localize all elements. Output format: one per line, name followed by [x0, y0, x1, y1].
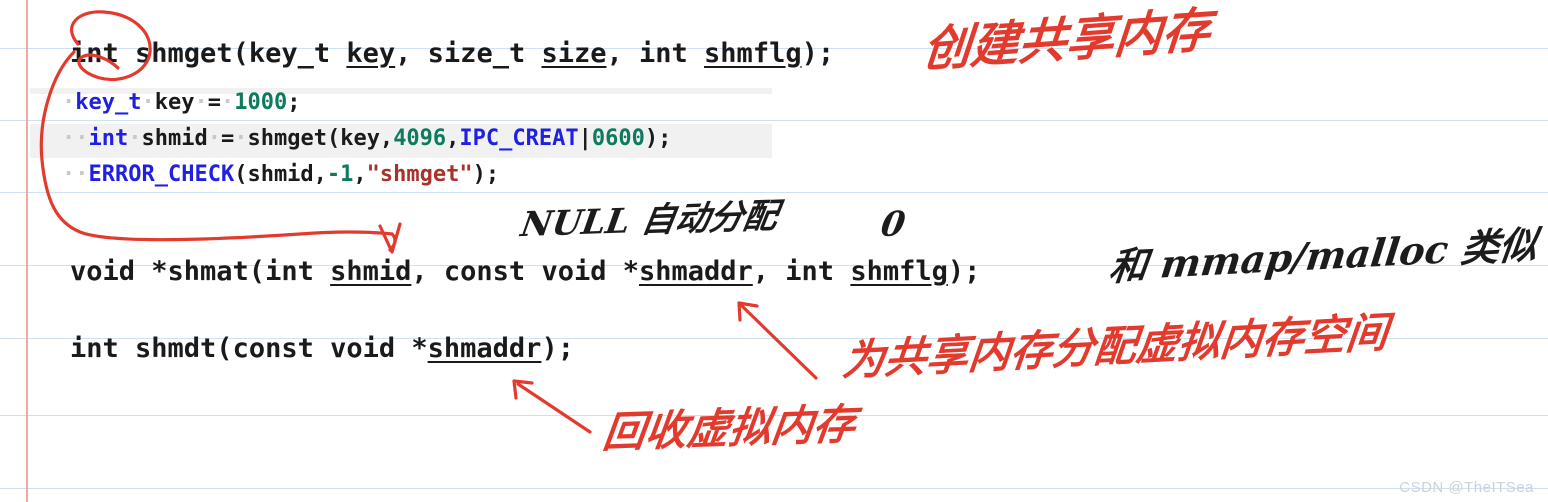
shmget-param1-type: key_t	[248, 38, 347, 69]
line-key-t-token-8: ;	[287, 90, 301, 115]
arrow-to-shmat	[737, 301, 818, 380]
note-create-shared-memory: 创建共享内存	[920, 1, 1213, 79]
shmat-param3-type: int	[785, 256, 851, 287]
shmget-param2-type: size_t	[427, 38, 542, 69]
line-key-t: ·key_t·key·=·1000;	[62, 90, 300, 115]
shmdt-param1-type: const void *	[232, 333, 428, 364]
line-error-check-token-0: ··	[62, 162, 89, 187]
note-like-mmap-malloc: 和 mmap/malloc 类似	[1106, 221, 1541, 290]
line-shmid-token-13: );	[644, 126, 672, 151]
line-shmid-token-0: ··	[62, 126, 89, 151]
shmget-param3-name: shmflg	[704, 38, 802, 69]
shmat-param3-name: shmflg	[850, 256, 948, 287]
signature-shmat: void *shmat(int shmid, const void *shmad…	[70, 256, 980, 287]
rule-line	[0, 488, 1548, 489]
arrow-to-shmdt	[512, 379, 592, 434]
shmat-sep1: ,	[411, 256, 444, 287]
shmat-sep2: ,	[752, 256, 786, 287]
shmget-tail: );	[801, 38, 835, 69]
rule-line	[0, 192, 1548, 193]
line-error-check-token-4: ,	[353, 162, 367, 187]
line-shmid-token-6: ·	[234, 126, 248, 151]
shmat-return-type: void *shmat(	[70, 256, 266, 287]
arrow-to-shmid	[378, 222, 402, 254]
shmget-param1-name: key	[346, 38, 396, 69]
line-key-t-token-2: ·	[141, 90, 155, 115]
line-shmid-token-10: IPC_CREAT	[459, 126, 579, 151]
shmdt-param1-name: shmaddr	[427, 333, 542, 364]
line-error-check-token-2: (shmid,	[234, 162, 327, 187]
line-shmid-token-7: shmget(key,	[247, 126, 394, 151]
shmget-param2-name: size	[541, 38, 607, 69]
shmget-return-type: int	[70, 38, 119, 69]
signature-shmdt: int shmdt(const void *shmaddr);	[70, 333, 574, 364]
line-key-t-token-1: key_t	[75, 90, 142, 115]
line-error-check: ··ERROR_CHECK(shmid,-1,"shmget");	[62, 162, 499, 187]
shmat-param2-name: shmaddr	[638, 256, 753, 287]
note-alloc-virtual-memory: 为共享内存分配虚拟内存空间	[840, 307, 1391, 386]
rule-line	[0, 120, 1548, 121]
shmdt-tail: );	[541, 333, 574, 364]
note-zero: 0	[878, 204, 909, 246]
shmat-param1-type: int	[265, 256, 331, 287]
line-error-check-token-5: "shmget"	[366, 162, 473, 187]
signature-shmget: int shmget(key_t key, size_t size, int s…	[70, 38, 834, 69]
line-key-t-token-5: =	[207, 90, 221, 115]
margin-line	[26, 0, 28, 502]
line-shmid-token-2: ·	[128, 126, 142, 151]
line-error-check-token-3: -1	[326, 162, 354, 187]
line-shmid-token-12: 0600	[591, 126, 645, 151]
shmget-param3-type: int	[639, 38, 705, 69]
line-key-t-token-6: ·	[220, 90, 235, 115]
shmget-sep1: ,	[395, 38, 428, 69]
line-key-t-token-4: ·	[194, 90, 208, 115]
shmat-param1-name: shmid	[330, 256, 412, 287]
shmget-fn-name: shmget(	[118, 38, 249, 69]
line-shmid-token-3: shmid	[141, 126, 208, 151]
shmget-sep2: ,	[606, 38, 640, 69]
note-null-auto-alloc: NULL 自动分配	[518, 196, 781, 246]
shmat-tail: );	[947, 256, 981, 287]
line-shmid-token-1: int	[88, 126, 129, 151]
line-shmid-token-5: =	[220, 126, 235, 151]
shmat-param2-type: const void *	[443, 256, 639, 287]
line-shmid-token-4: ·	[207, 126, 221, 151]
note-reclaim-virtual-memory: 回收虚拟内存	[600, 399, 859, 458]
line-error-check-token-1: ERROR_CHECK	[88, 162, 235, 187]
shmdt-return-type: int shmdt(	[70, 333, 233, 364]
line-shmid-token-8: 4096	[393, 126, 447, 151]
line-shmid: ··int·shmid·=·shmget(key,4096,IPC_CREAT|…	[62, 126, 671, 151]
line-error-check-token-6: );	[472, 162, 500, 187]
line-shmid-token-11: |	[578, 126, 592, 151]
line-key-t-token-7: 1000	[234, 90, 288, 115]
watermark: CSDN @TheITSea	[1399, 479, 1534, 496]
line-key-t-token-3: key	[154, 90, 195, 115]
line-key-t-token-0: ·	[62, 90, 76, 115]
line-shmid-token-9: ,	[446, 126, 460, 151]
notebook-page: int shmget(key_t key, size_t size, int s…	[0, 0, 1548, 502]
